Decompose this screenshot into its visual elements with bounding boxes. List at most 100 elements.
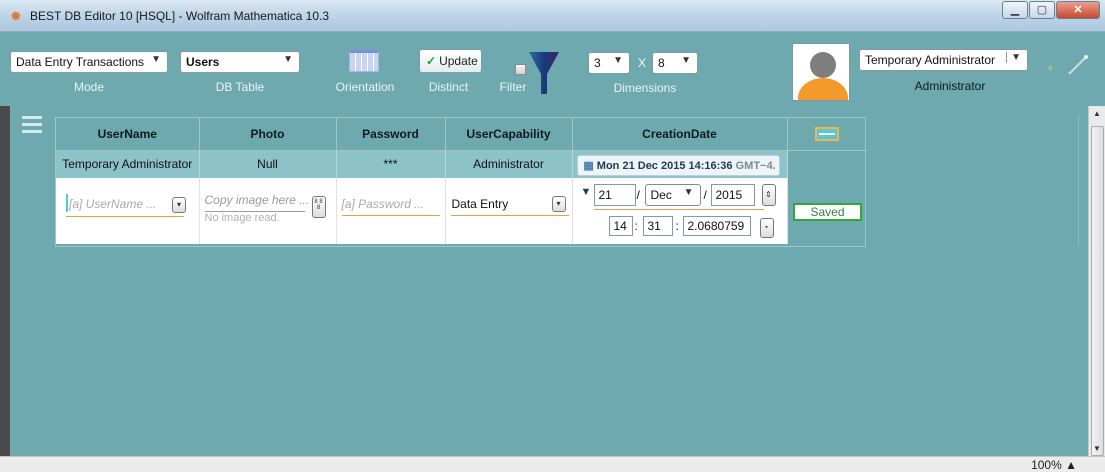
update-button[interactable]: ✓ Update <box>419 49 482 73</box>
month-value: Dec <box>650 188 672 202</box>
dimension-rows-dropdown[interactable]: 3 ▼ <box>588 52 630 74</box>
window-controls: ▁ ▢ ✕ <box>1001 1 1100 19</box>
left-edge <box>0 106 10 456</box>
cell-capability[interactable]: Administrator <box>445 150 573 178</box>
dimension-cols-dropdown[interactable]: 8 ▼ <box>652 52 698 74</box>
column-header-creation-date[interactable]: CreationDate <box>572 118 788 151</box>
maximize-button[interactable]: ▢ <box>1029 1 1055 19</box>
data-grid: UserName Photo Password UserCapability C… <box>55 117 866 247</box>
minute-input[interactable]: 31 <box>642 216 673 236</box>
username-dropdown-button[interactable]: ▾ <box>172 197 186 213</box>
scroll-up-icon[interactable]: ▲ <box>1093 109 1101 118</box>
column-header-password[interactable]: Password <box>336 118 446 151</box>
mode-caption: Mode <box>73 80 105 94</box>
time-set-button[interactable]: ▪ <box>759 218 774 238</box>
cols-value: 8 <box>658 56 665 70</box>
photo-status: No image read. <box>204 212 280 224</box>
hour-input[interactable]: 14 <box>608 216 633 236</box>
text-cursor <box>66 194 68 212</box>
scrollbar-thumb[interactable] <box>1091 126 1104 456</box>
creation-timezone: GMT−4. <box>735 159 776 172</box>
entry-creation-date-cell: ▼ 21 / Dec ▼ / 2015 ⇕ 14 : 31 : 2.068075… <box>572 178 788 244</box>
entry-photo-cell: Copy image here ... No image read. 8 8 8 <box>199 178 337 244</box>
close-button[interactable]: ✕ <box>1056 1 1100 19</box>
inner-scroll-track <box>1078 116 1088 246</box>
collapse-chevron-icon[interactable]: ▼ <box>581 186 592 198</box>
grid-table: UserName Photo Password UserCapability C… <box>56 118 865 244</box>
orientation-grid-icon[interactable] <box>349 50 379 72</box>
entry-password-cell: [a] Password ... <box>336 178 446 244</box>
chevron-up-icon: ▲ <box>1065 458 1077 472</box>
password-underline <box>341 215 440 216</box>
entry-username-cell: [a] UserName ... ▾ <box>56 178 200 244</box>
photo-drop-input[interactable]: Copy image here ... <box>205 193 310 207</box>
column-header-photo[interactable]: Photo <box>199 118 337 151</box>
mode-value: Data Entry Transactions <box>16 55 145 69</box>
entry-row: [a] UserName ... ▾ Copy image here ... N… <box>56 178 865 244</box>
day-input[interactable]: 21 <box>593 184 636 206</box>
distinct-caption: Distinct <box>428 80 469 94</box>
user-dropdown[interactable]: Temporary Administrator ▼ <box>859 49 1028 71</box>
date-separator: / <box>703 188 707 202</box>
window-title: BEST DB Editor 10 [HSQL] - Wolfram Mathe… <box>30 9 330 23</box>
creation-date-text: Mon 21 Dec 2015 14:16:36 <box>596 159 733 172</box>
column-header-username[interactable]: UserName <box>56 118 200 151</box>
title-bar: ✹ BEST DB Editor 10 [HSQL] - Wolfram Mat… <box>0 0 1105 32</box>
check-icon: ✓ <box>426 54 437 68</box>
avatar-body <box>798 78 848 100</box>
photo-browse-button[interactable]: 8 8 8 <box>311 196 326 218</box>
saved-status-badge: Saved <box>793 203 862 221</box>
chevron-down-icon: ▼ <box>283 54 293 65</box>
date-stepper-button[interactable]: ⇕ <box>761 184 776 206</box>
capability-value[interactable]: Data Entry <box>452 197 509 211</box>
filter-caption: Filter <box>499 80 527 94</box>
scroll-down-icon[interactable]: ▼ <box>1093 444 1101 453</box>
user-role: Administrator <box>914 79 986 93</box>
minimize-button[interactable]: ▁ <box>1002 1 1028 19</box>
cell-creation-date[interactable]: ▦ Mon 21 Dec 2015 14:16:36 GMT−4. <box>572 150 788 178</box>
db-table-value: Users <box>186 55 220 69</box>
hamburger-menu-icon[interactable] <box>22 116 42 137</box>
time-separator: : <box>675 219 679 233</box>
db-table-dropdown[interactable]: Users ▼ <box>180 51 300 73</box>
chevron-down-icon: ▼ <box>683 187 694 198</box>
capability-dropdown-button[interactable]: ▾ <box>551 196 566 212</box>
password-input[interactable]: [a] Password ... <box>342 197 425 211</box>
chevron-down-icon: ▼ <box>151 54 161 65</box>
username-input[interactable]: [a] UserName ... <box>69 197 156 211</box>
month-dropdown[interactable]: Dec ▼ <box>644 184 701 206</box>
chevron-down-icon: ▼ <box>613 55 623 66</box>
zoom-level[interactable]: 100% ▲ <box>1031 458 1077 472</box>
table-row[interactable]: Temporary Administrator Null *** Adminis… <box>56 150 865 178</box>
status-header-icon[interactable] <box>815 127 839 141</box>
cell-password[interactable]: *** <box>336 150 446 178</box>
cell-username[interactable]: Temporary Administrator <box>56 150 200 178</box>
chevron-down-icon: ▼ <box>681 55 691 66</box>
username-underline <box>66 216 184 217</box>
db-table-caption: DB Table <box>215 80 265 94</box>
mode-dropdown[interactable]: Data Entry Transactions ▼ <box>10 51 168 73</box>
zoom-value: 100% <box>1031 458 1062 472</box>
cell-photo[interactable]: Null <box>199 150 337 178</box>
wand-icon[interactable] <box>1066 53 1090 77</box>
lightbulb-icon[interactable]: ♀ <box>1046 63 1054 75</box>
toolbar: Data Entry Transactions ▼ Mode Users ▼ D… <box>10 33 1105 105</box>
second-input[interactable]: 2.0680759 <box>682 216 751 236</box>
vertical-scrollbar[interactable]: ▲ ▼ <box>1088 106 1105 456</box>
date-separator: / <box>636 188 640 202</box>
update-label: Update <box>439 54 478 68</box>
rows-value: 3 <box>594 56 601 70</box>
gear-icon: ✹ <box>10 8 22 24</box>
orientation-caption: Orientation <box>335 80 395 94</box>
capability-underline <box>450 215 569 216</box>
entry-capability-cell: Data Entry ▾ <box>445 178 573 244</box>
dimension-separator: X <box>637 56 646 70</box>
date-underline <box>593 209 764 210</box>
avatar[interactable] <box>792 43 850 101</box>
avatar-head <box>810 52 836 78</box>
calendar-icon: ▦ <box>583 159 594 172</box>
column-header-user-capability[interactable]: UserCapability <box>445 118 573 151</box>
year-input[interactable]: 2015 <box>710 184 755 206</box>
filter-checkbox[interactable] <box>515 64 526 75</box>
time-separator: : <box>634 219 638 233</box>
